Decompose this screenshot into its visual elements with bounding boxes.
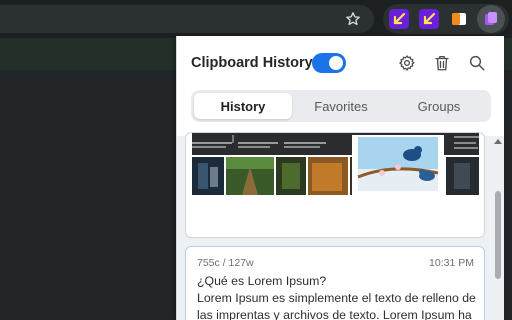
extension-button-3[interactable] [449, 9, 469, 29]
clip-timestamp: 10:31 PM [429, 257, 474, 269]
scroll-up-arrow-icon[interactable] [494, 139, 502, 144]
history-enabled-toggle[interactable] [312, 53, 346, 73]
gear-icon [399, 55, 415, 71]
star-icon [346, 12, 360, 26]
search-button[interactable] [466, 52, 488, 74]
image-clip-card[interactable] [185, 132, 485, 238]
clipboard-history-popup: Clipboard History History Favorites Grou… [176, 36, 504, 320]
popup-header: Clipboard History [177, 36, 504, 88]
arrow-down-left-icon [423, 12, 436, 25]
browser-toolbar [0, 0, 512, 38]
toggle-knob [329, 56, 343, 70]
clip-text-line: ¿Qué es Lorem Ipsum? [197, 274, 327, 288]
extension-button-2[interactable] [419, 9, 439, 29]
clear-history-button[interactable] [431, 52, 453, 74]
tab-history[interactable]: History [194, 93, 292, 119]
settings-button[interactable] [396, 52, 418, 74]
clip-image [192, 133, 479, 195]
arrow-down-left-icon [393, 12, 406, 25]
address-bar[interactable] [0, 5, 374, 33]
orange-square-icon [452, 13, 466, 25]
extensions-tray [383, 4, 509, 34]
clip-text: ¿Qué es Lorem Ipsum? Lorem Ipsum es simp… [197, 273, 479, 320]
scrollbar[interactable] [492, 136, 504, 320]
trash-icon [435, 55, 449, 71]
tab-bar: History Favorites Groups [191, 90, 491, 122]
popup-title: Clipboard History [191, 55, 313, 71]
clipboard-extension-button[interactable] [477, 5, 505, 33]
clip-stats: 755c / 127w [197, 257, 254, 269]
tab-favorites[interactable]: Favorites [292, 93, 390, 119]
extension-button-1[interactable] [389, 9, 409, 29]
clip-text-line: Lorem Ipsum es simplemente el texto de r… [197, 291, 476, 305]
text-clip-card[interactable]: 755c / 127w 10:31 PM ¿Qué es Lorem Ipsum… [185, 246, 485, 320]
clip-list[interactable]: 755c / 127w 10:31 PM ¿Qué es Lorem Ipsum… [177, 132, 504, 320]
clip-text-line: las imprentas y archivos de texto. Lorem… [197, 308, 472, 320]
search-icon [469, 55, 485, 71]
clipboard-icon [485, 12, 497, 25]
tab-groups[interactable]: Groups [390, 93, 488, 119]
screenshot-thumbnails-image [192, 133, 479, 195]
bookmark-star-button[interactable] [342, 8, 364, 30]
scrollbar-thumb[interactable] [495, 191, 501, 279]
